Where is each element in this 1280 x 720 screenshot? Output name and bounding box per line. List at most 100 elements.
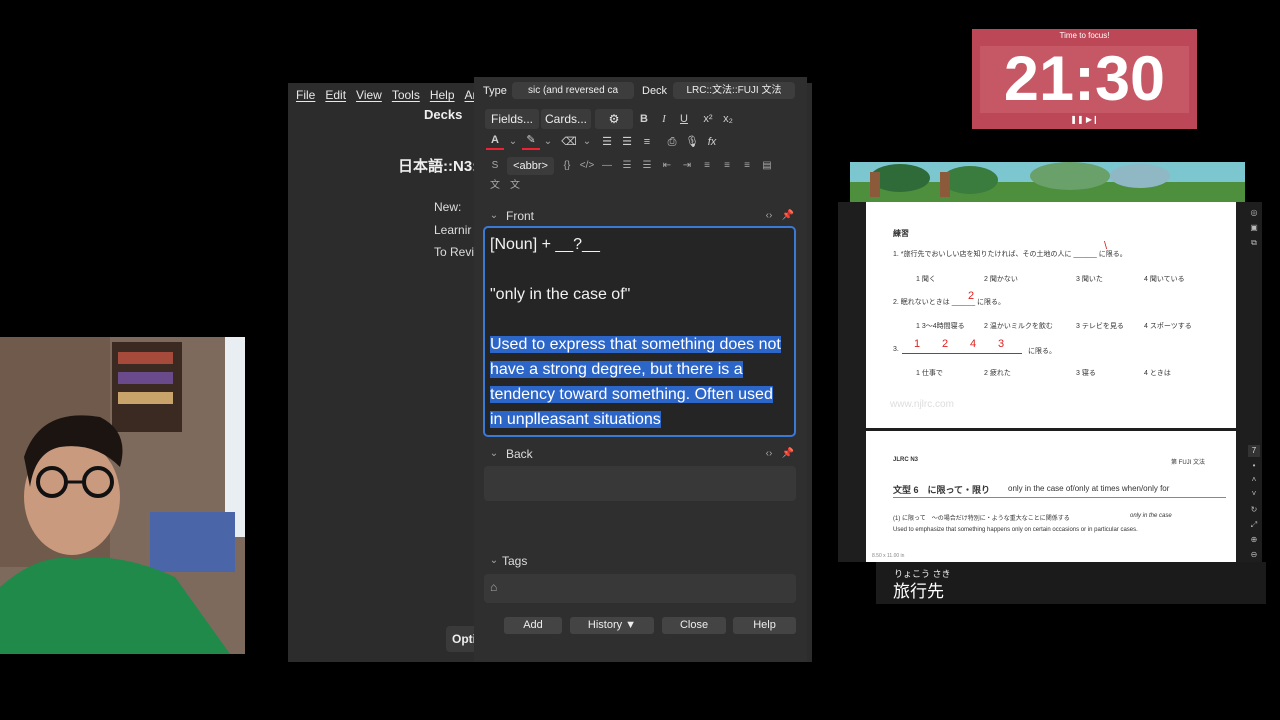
furigana-remove-icon[interactable]: 文 [506,177,524,195]
outdent-icon[interactable]: ⇤ [658,157,676,175]
back-field-label: Back [506,447,533,461]
deck-selector[interactable]: LRC::文法::FUJI 文法 [673,82,795,99]
collapse-back-icon[interactable]: ⌄ [485,445,503,463]
chevron-down-icon[interactable]: ⌄ [539,133,557,151]
q2-option: 2 温かいミルクを飲む [984,323,1053,330]
menu-file[interactable]: File [296,88,315,102]
q2-answer: 2 [968,290,975,302]
page2-header-left: JLRC N3 [893,457,919,463]
stat-learning: Learnir [434,223,472,237]
strikethrough-icon[interactable]: S [486,157,504,175]
q3-answer: 2 [942,338,949,350]
zoom-in-icon[interactable]: ⊕ [1248,534,1260,546]
abbr-button[interactable]: <abbr> [507,157,554,175]
text-color-icon[interactable]: A [486,133,504,150]
fit-icon[interactable]: ⤢ [1248,519,1260,531]
history-button[interactable]: History ▼ [570,617,654,634]
menu-help[interactable]: Help [430,88,455,102]
furigana-icon[interactable]: 文 [486,177,504,195]
subtitle-text: 旅行先 [893,582,944,601]
italic-icon[interactable]: I [655,110,673,128]
page2-header-right: 第 FUJI 文法 [1171,460,1205,466]
indent-icon[interactable]: ⇥ [678,157,696,175]
game-scene [850,162,1245,204]
microphone-icon[interactable]: 🎙 [683,133,701,151]
copy-icon[interactable]: ⧉ [1248,237,1260,249]
menu-edit[interactable]: Edit [325,88,346,102]
rotate-icon[interactable]: ↻ [1248,504,1260,516]
pin-icon[interactable]: 📌 [779,207,797,225]
timer-controls[interactable]: ❚❚ ▶❙ [972,115,1197,124]
subscript-icon[interactable]: x₂ [719,110,737,128]
help-button[interactable]: Help [733,617,796,634]
close-button[interactable]: Close [662,617,726,634]
html-code-icon[interactable]: </> [578,157,596,175]
align-center-icon[interactable]: ≡ [698,157,716,175]
front-field-label: Front [506,209,535,223]
pin-icon[interactable]: 📌 [779,445,797,463]
note-type-selector[interactable]: sic (and reversed ca [512,82,634,99]
chevron-up-icon[interactable]: ˄ [1248,474,1260,486]
collapse-front-icon[interactable]: ⌄ [485,207,503,225]
attach-icon[interactable]: ⎙ [663,133,681,151]
unordered-list-icon[interactable]: ☰ [598,133,616,151]
grammar-title: 文型 6 に限って・限り [893,485,991,495]
pdf-viewer: 練習 1. *旅行先でおいしい店を知りたければ、その土地の人に ______ に… [838,202,1262,562]
braces-icon[interactable]: {} [558,157,576,175]
question-1: 1. *旅行先でおいしい店を知りたければ、その土地の人に ______ に限る。 [893,251,1127,258]
pdf-page-1: 練習 1. *旅行先でおいしい店を知りたければ、その土地の人に ______ に… [866,202,1236,428]
align-left-icon[interactable]: ≡ [718,157,736,175]
front-line-1: [Noun] + __?__ [490,236,600,253]
chevron-down-icon[interactable]: ˅ [1248,488,1260,500]
tool-icon[interactable]: ▣ [1248,222,1260,234]
chevron-down-icon[interactable]: ⌄ [504,133,522,151]
align-icon[interactable]: ≡ [638,133,656,151]
bullet-list-icon[interactable]: ☰ [618,157,636,175]
horizontal-rule-icon[interactable]: — [598,157,616,175]
html-editor-icon[interactable]: ‹› [760,207,778,225]
title-rule [893,497,1226,498]
page-size-label: 8.50 x 11.00 in [872,553,905,559]
deck-title: 日本語::N3: [398,158,478,175]
justify-icon[interactable]: ▤ [758,157,776,175]
menu-tools[interactable]: Tools [392,88,420,102]
function-icon[interactable]: fx [703,133,721,151]
eraser-icon[interactable]: ⌫ [560,133,578,151]
q3-option: 4 ときは [1144,370,1171,377]
underline-icon[interactable]: U [675,110,693,128]
page-number[interactable]: 7 [1248,445,1260,457]
q3-answer: 3 [998,338,1005,350]
stat-review: To Revi [434,245,475,259]
tags-label: Tags [502,554,528,568]
highlight-icon[interactable]: ✎ [522,133,540,150]
align-right-icon[interactable]: ≡ [738,157,756,175]
cards-button[interactable]: Cards... [541,109,591,129]
decks-tab[interactable]: Decks [424,107,462,122]
settings-gear-icon[interactable]: ⚙ [595,109,633,129]
add-button[interactable]: Add [504,617,562,634]
collapse-tags-icon[interactable]: ⌄ [485,552,503,570]
tool-icon[interactable]: ◎ [1248,207,1260,219]
zoom-out-icon[interactable]: ⊖ [1248,549,1260,561]
scroll-dot-icon[interactable]: • [1248,460,1260,472]
tags-input[interactable]: ⌂ [484,574,796,603]
ordered-list-icon[interactable]: ☰ [618,133,636,151]
front-field-editor[interactable]: [Noun] + __?__ "only in the case of" Use… [483,226,796,437]
bold-icon[interactable]: B [635,110,653,128]
back-field-editor[interactable] [484,466,796,501]
watermark: www.njlrc.com [890,399,954,410]
menu-view[interactable]: View [356,88,382,102]
front-line-2: "only in the case of" [490,286,631,303]
fields-button[interactable]: Fields... [485,109,539,129]
q1-option: 2 聞かない [984,276,1018,283]
question-3-suffix: に限る。 [1028,348,1056,355]
chevron-down-icon[interactable]: ⌄ [578,133,596,151]
html-editor-icon[interactable]: ‹› [760,445,778,463]
timer-time: 21:30 [1003,44,1166,114]
numbered-list-icon[interactable]: ☰ [638,157,656,175]
pdf-page-2: JLRC N3 第 FUJI 文法 文型 6 に限って・限り only in t… [866,431,1236,562]
deck-label: Deck [642,85,668,97]
q3-answer: 4 [970,338,977,350]
superscript-icon[interactable]: x² [699,110,717,128]
q1-option: 1 聞く [916,276,936,283]
